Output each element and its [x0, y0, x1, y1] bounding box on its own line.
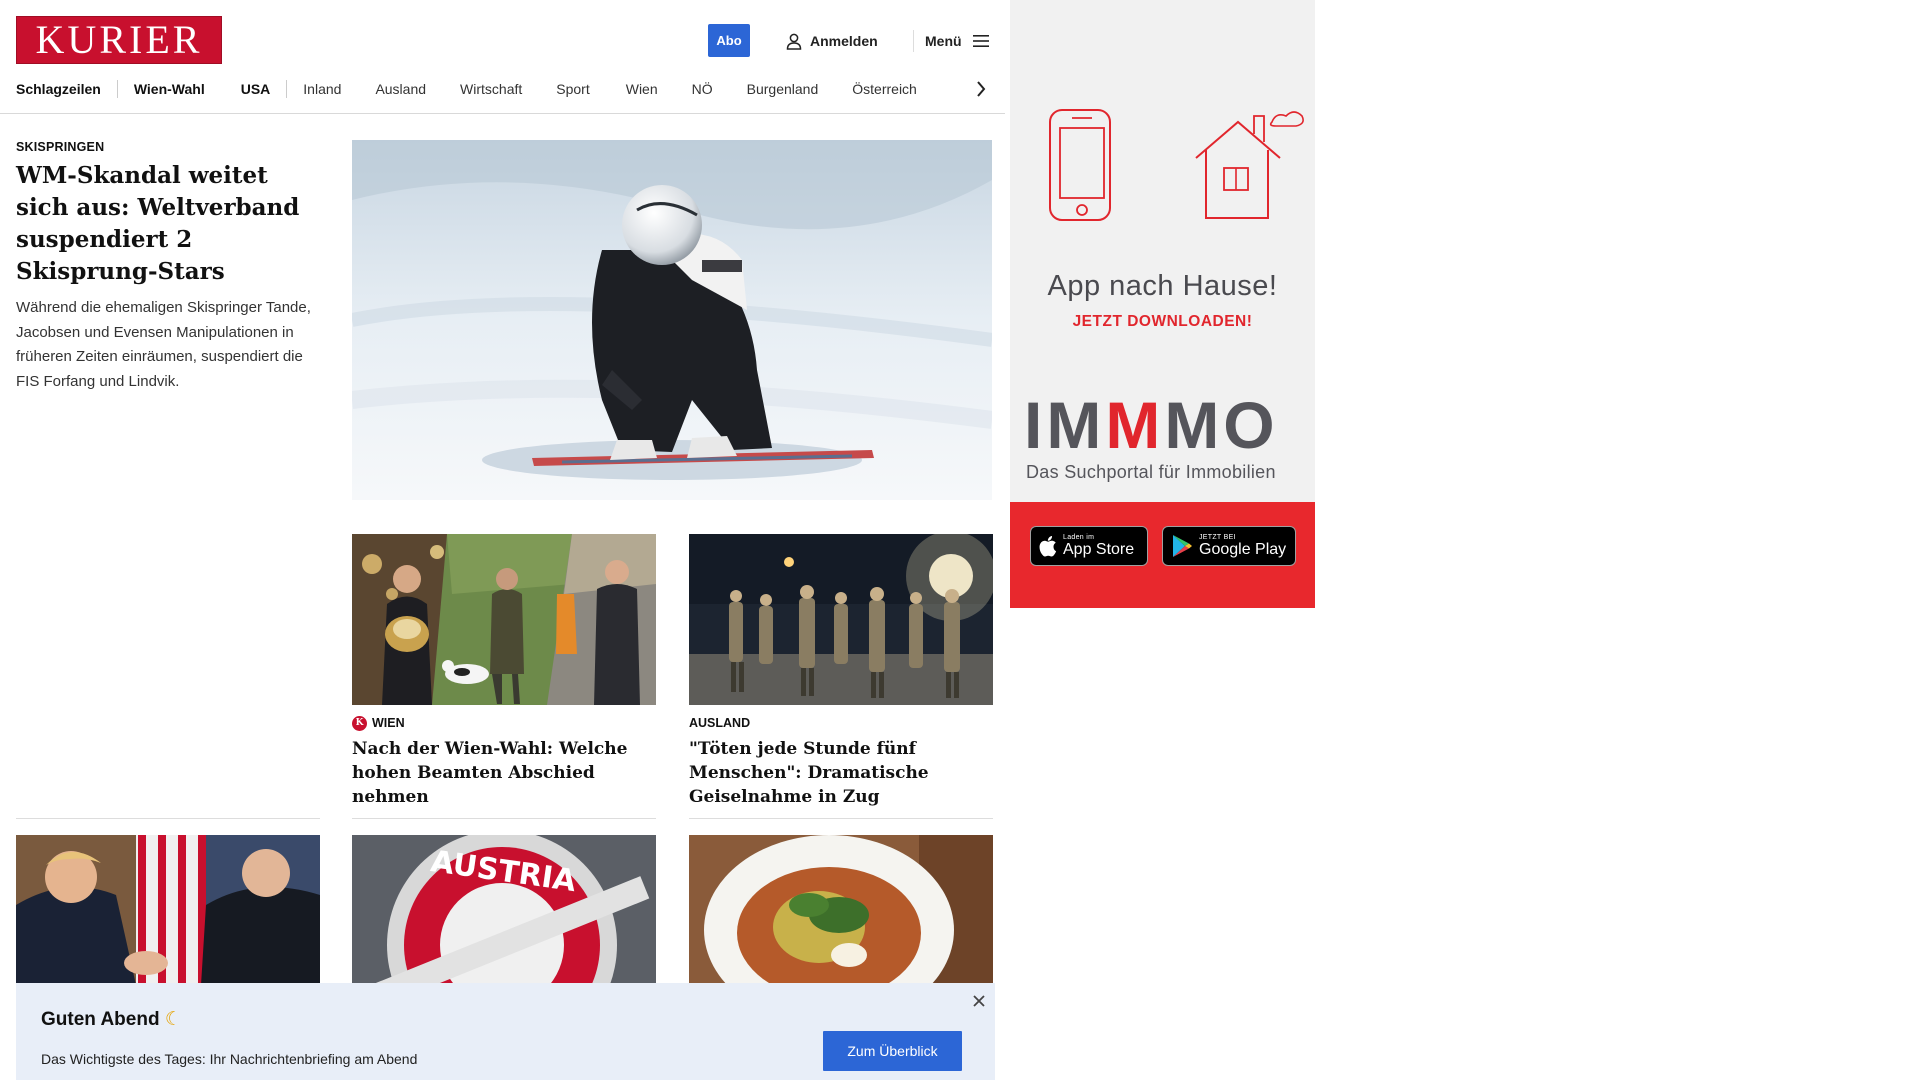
news-site: KURIER Abo Anmelden Menü Schlagzeilen Wi…: [0, 0, 1005, 1080]
menu-label: Menü: [925, 33, 962, 49]
ad-tagline: Das Suchportal für Immobilien: [1026, 462, 1276, 482]
section-divider: [689, 818, 993, 819]
section-nav: Schlagzeilen Wien-Wahl USA Inland Auslan…: [16, 78, 917, 100]
nav-item-noe[interactable]: NÖ: [692, 81, 713, 97]
site-header: KURIER Abo Anmelden Menü Schlagzeilen Wi…: [0, 0, 1005, 114]
briefing-overview-button[interactable]: Zum Überblick: [823, 1031, 962, 1071]
google-play-big: Google Play: [1199, 541, 1287, 558]
close-icon: [973, 995, 985, 1007]
apple-icon: [1039, 536, 1057, 557]
google-play-small: JETZT BEI: [1199, 534, 1236, 541]
logo-text: KURIER: [35, 17, 203, 62]
teaser-geiselnahme[interactable]: AUSLAND "Töten jede Stunde fünf Menschen…: [689, 534, 993, 809]
smartphone-icon: [1049, 109, 1111, 221]
moon-icon: ☾: [164, 1009, 182, 1030]
abo-button[interactable]: Abo: [708, 24, 750, 57]
nav-item-schlagzeilen[interactable]: Schlagzeilen: [16, 81, 101, 97]
google-play-icon: [1173, 535, 1192, 557]
immmo-ad[interactable]: App nach Hause! JETZT DOWNLOADEN! IMMMO …: [1010, 0, 1315, 608]
nav-item-usa[interactable]: USA: [241, 81, 271, 97]
nav-item-oesterreich[interactable]: Österreich: [852, 81, 917, 97]
ski-jumper-image: [352, 140, 992, 500]
nav-divider: [116, 80, 118, 98]
user-icon: [786, 33, 802, 50]
login-label: Anmelden: [810, 33, 878, 49]
google-play-badge[interactable]: JETZT BEI Google Play: [1162, 526, 1296, 566]
hero-lead: Während die ehemaligen Skispringer Tande…: [16, 299, 311, 390]
app-store-small: Laden im: [1063, 534, 1095, 541]
house-icon: [1195, 111, 1304, 219]
hero-image[interactable]: [352, 140, 992, 500]
teaser-kicker: AUSLAND: [689, 715, 993, 731]
nav-scroll-right[interactable]: [972, 78, 990, 100]
briefing-greeting-text: Guten Abend: [41, 1009, 160, 1030]
nav-item-ausland[interactable]: Ausland: [375, 81, 426, 97]
kurier-plus-icon: K: [352, 715, 367, 731]
hero-kicker[interactable]: SKISPRINGEN: [16, 140, 104, 154]
nav-item-sport[interactable]: Sport: [556, 81, 589, 97]
ad-headline: App nach Hause!: [1047, 270, 1278, 302]
hero-headline[interactable]: WM-Skandal weitet sich aus: Weltverband …: [16, 160, 316, 288]
teaser-image-soldiers: [689, 534, 993, 705]
section-divider: [16, 818, 320, 819]
section-divider: [352, 818, 656, 819]
teaser-image-collage: [352, 534, 656, 705]
teaser-wien-wahl[interactable]: K WIEN Nach der Wien-Wahl: Welche hohen …: [352, 534, 656, 809]
logo-part: IM: [1024, 388, 1106, 462]
menu-button[interactable]: Menü: [925, 30, 990, 52]
teaser-image-food[interactable]: [689, 835, 993, 985]
teaser-headline[interactable]: Nach der Wien-Wahl: Welche hohen Beamten…: [352, 737, 656, 809]
teaser-kicker-label: WIEN: [372, 716, 405, 730]
logo-part: MO: [1164, 388, 1279, 462]
nav-item-wien-wahl[interactable]: Wien-Wahl: [134, 81, 205, 97]
teaser-image-austria-tabak[interactable]: AUSTRIA: [352, 835, 656, 985]
hamburger-icon: [972, 35, 989, 47]
nav-item-inland[interactable]: Inland: [303, 81, 341, 97]
briefing-greeting: Guten Abend ☾: [41, 1008, 182, 1031]
logo-part-red: M: [1105, 388, 1165, 462]
nav-item-burgenland[interactable]: Burgenland: [747, 81, 819, 97]
app-store-badge[interactable]: Laden im App Store: [1030, 526, 1148, 566]
app-store-big: App Store: [1063, 541, 1135, 558]
teaser-kicker-label: AUSLAND: [689, 716, 751, 730]
briefing-description: Das Wichtigste des Tages: Ihr Nachrichte…: [41, 1051, 418, 1067]
login-button[interactable]: Anmelden: [786, 30, 878, 52]
nav-item-wirtschaft[interactable]: Wirtschaft: [460, 81, 522, 97]
kurier-logo[interactable]: KURIER: [16, 16, 222, 64]
chevron-right-icon: [977, 81, 986, 97]
briefing-close-button[interactable]: [971, 993, 987, 1009]
teaser-headline[interactable]: "Töten jede Stunde fünf Menschen": Drama…: [689, 737, 993, 809]
nav-item-wien[interactable]: Wien: [626, 81, 658, 97]
header-divider: [913, 30, 914, 52]
ad-subline: JETZT DOWNLOADEN!: [1072, 313, 1253, 330]
teaser-image-trump-putin[interactable]: [16, 835, 320, 985]
nav-divider: [286, 80, 288, 98]
teaser-kicker: K WIEN: [352, 715, 656, 731]
immmo-logo: IMMMO: [1024, 392, 1279, 458]
briefing-banner: Guten Abend ☾ Das Wichtigste des Tages: …: [16, 983, 995, 1080]
